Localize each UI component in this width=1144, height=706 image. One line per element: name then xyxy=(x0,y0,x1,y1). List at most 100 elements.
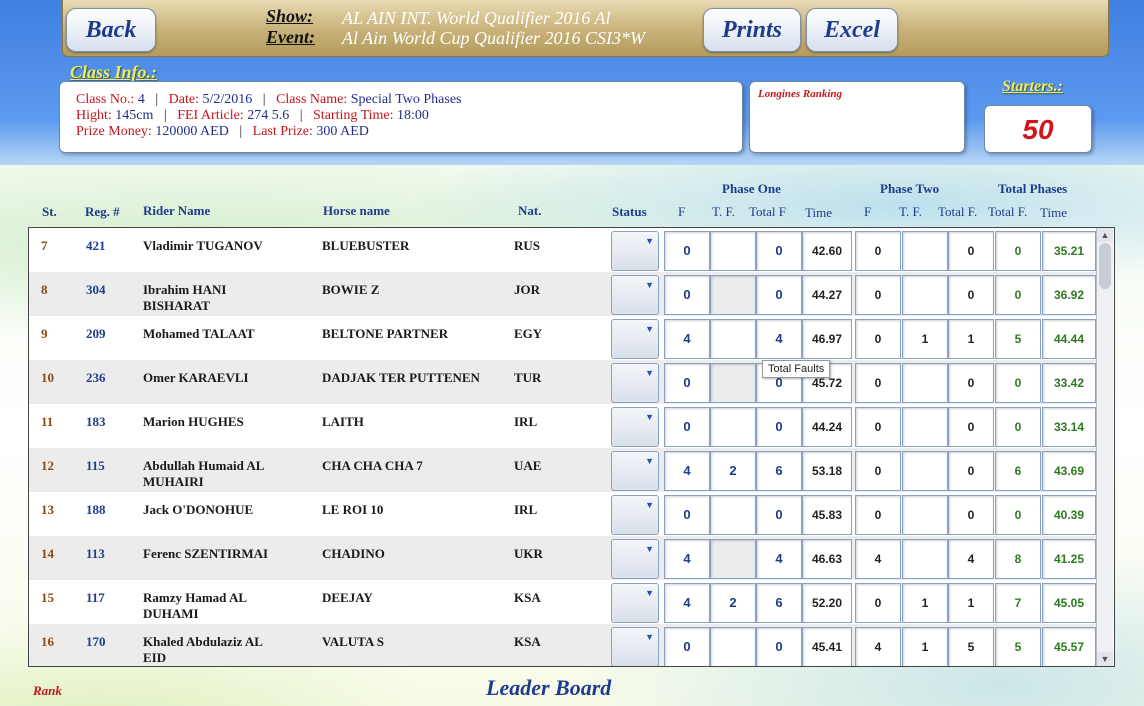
status-dropdown[interactable]: ▼ xyxy=(611,407,659,447)
field-tot-f[interactable]: 0 xyxy=(995,363,1041,403)
status-dropdown[interactable]: ▼ xyxy=(611,319,659,359)
field-p2-f[interactable]: 4 xyxy=(855,539,901,579)
table-row[interactable]: 14 113 Ferenc SZENTIRMAI CHADINO UKR ▼ 4 4 46.63… xyxy=(29,536,1096,580)
field-p2-total[interactable]: 0 xyxy=(948,363,994,403)
field-p1-total[interactable]: 6 xyxy=(756,451,802,491)
field-tot-time[interactable]: 41.25 xyxy=(1042,539,1096,579)
field-p2-f[interactable]: 0 xyxy=(855,275,901,315)
field-p1-total[interactable]: 4 xyxy=(756,539,802,579)
field-p2-tf[interactable]: 1 xyxy=(902,319,948,359)
field-tot-time[interactable]: 40.39 xyxy=(1042,495,1096,535)
field-p1-tf[interactable] xyxy=(710,495,756,535)
field-p2-f[interactable]: 0 xyxy=(855,583,901,623)
status-dropdown[interactable]: ▼ xyxy=(611,583,659,623)
field-tot-time[interactable]: 44.44 xyxy=(1042,319,1096,359)
field-p1-total[interactable]: 6 xyxy=(756,583,802,623)
status-dropdown[interactable]: ▼ xyxy=(611,539,659,579)
field-p2-tf[interactable]: 1 xyxy=(902,627,948,666)
field-tot-time[interactable]: 33.42 xyxy=(1042,363,1096,403)
status-dropdown[interactable]: ▼ xyxy=(611,495,659,535)
field-tot-f[interactable]: 5 xyxy=(995,627,1041,666)
field-p1-tf[interactable] xyxy=(710,407,756,447)
field-p1-total[interactable]: 0 xyxy=(756,231,802,271)
field-tot-time[interactable]: 45.05 xyxy=(1042,583,1096,623)
field-p1-f[interactable]: 0 xyxy=(664,231,710,271)
field-p2-tf[interactable] xyxy=(902,363,948,403)
field-p1-tf[interactable]: 2 xyxy=(710,451,756,491)
status-dropdown[interactable]: ▼ xyxy=(611,363,659,403)
field-p2-tf[interactable] xyxy=(902,231,948,271)
field-p2-total[interactable]: 0 xyxy=(948,275,994,315)
field-p1-tf[interactable] xyxy=(710,231,756,271)
field-tot-f[interactable]: 7 xyxy=(995,583,1041,623)
table-row[interactable]: 15 117 Ramzy Hamad AL DUHAMI DEEJAY KSA ▼ 4 2 6 5… xyxy=(29,580,1096,624)
field-p1-f[interactable]: 0 xyxy=(664,627,710,666)
field-p2-tf[interactable] xyxy=(902,539,948,579)
status-dropdown[interactable]: ▼ xyxy=(611,627,659,666)
field-p2-f[interactable]: 0 xyxy=(855,451,901,491)
field-p1-f[interactable]: 0 xyxy=(664,275,710,315)
field-tot-time[interactable]: 35.21 xyxy=(1042,231,1096,271)
field-p2-tf[interactable] xyxy=(902,451,948,491)
field-p1-total[interactable]: 0 xyxy=(756,275,802,315)
field-tot-f[interactable]: 0 xyxy=(995,231,1041,271)
table-row[interactable]: 11 183 Marion HUGHES LAITH IRL ▼ 0 0 44.24 0 0 0 33.… xyxy=(29,404,1096,448)
field-tot-f[interactable]: 0 xyxy=(995,495,1041,535)
field-p1-time[interactable]: 45.41 xyxy=(802,627,852,666)
field-p1-total[interactable]: 0 xyxy=(756,407,802,447)
vertical-scrollbar[interactable]: ▲ ▼ xyxy=(1096,228,1113,666)
table-row[interactable]: 12 115 Abdullah Humaid AL MUHAIRI CHA CHA C… xyxy=(29,448,1096,492)
scroll-down-arrow-icon[interactable]: ▼ xyxy=(1097,652,1113,666)
field-p2-f[interactable]: 0 xyxy=(855,495,901,535)
field-p1-f[interactable]: 4 xyxy=(664,583,710,623)
field-p1-time[interactable]: 46.63 xyxy=(802,539,852,579)
excel-button[interactable]: Excel xyxy=(806,8,898,52)
status-dropdown[interactable]: ▼ xyxy=(611,451,659,491)
scroll-thumb[interactable] xyxy=(1099,243,1111,289)
field-p1-tf[interactable] xyxy=(710,539,756,579)
field-p1-tf[interactable] xyxy=(710,319,756,359)
field-tot-f[interactable]: 5 xyxy=(995,319,1041,359)
table-row[interactable]: 7 421 Vladimir TUGANOV BLUEBUSTER RUS ▼ 0 0 42.6… xyxy=(29,228,1096,272)
field-p1-tf[interactable] xyxy=(710,363,756,403)
status-dropdown[interactable]: ▼ xyxy=(611,231,659,271)
field-p2-tf[interactable] xyxy=(902,407,948,447)
field-tot-f[interactable]: 0 xyxy=(995,407,1041,447)
field-p1-time[interactable]: 52.20 xyxy=(802,583,852,623)
field-p1-f[interactable]: 4 xyxy=(664,319,710,359)
field-p2-total[interactable]: 0 xyxy=(948,231,994,271)
field-tot-time[interactable]: 45.57 xyxy=(1042,627,1096,666)
field-p1-time[interactable]: 42.60 xyxy=(802,231,852,271)
field-tot-f[interactable]: 8 xyxy=(995,539,1041,579)
back-button[interactable]: Back xyxy=(66,8,156,52)
status-dropdown[interactable]: ▼ xyxy=(611,275,659,315)
field-p2-f[interactable]: 0 xyxy=(855,319,901,359)
field-p2-total[interactable]: 4 xyxy=(948,539,994,579)
field-p1-tf[interactable] xyxy=(710,627,756,666)
field-tot-time[interactable]: 43.69 xyxy=(1042,451,1096,491)
field-p1-f[interactable]: 0 xyxy=(664,407,710,447)
field-p2-total[interactable]: 5 xyxy=(948,627,994,666)
field-p1-time[interactable]: 44.27 xyxy=(802,275,852,315)
table-row[interactable]: 13 188 Jack O'DONOHUE LE ROI 10 IRL ▼ 0 0 45.83 0… xyxy=(29,492,1096,536)
table-row[interactable]: 16 170 Khaled Abdulaziz AL EID VALUTA S KSA ▼… xyxy=(29,624,1096,666)
field-p2-total[interactable]: 1 xyxy=(948,319,994,359)
field-p1-total[interactable]: 4 xyxy=(756,319,802,359)
field-tot-f[interactable]: 6 xyxy=(995,451,1041,491)
field-tot-time[interactable]: 36.92 xyxy=(1042,275,1096,315)
prints-button[interactable]: Prints xyxy=(703,8,801,52)
field-p1-time[interactable]: 53.18 xyxy=(802,451,852,491)
field-p2-total[interactable]: 0 xyxy=(948,451,994,491)
field-p2-f[interactable]: 0 xyxy=(855,363,901,403)
field-p1-total[interactable]: 0 xyxy=(756,495,802,535)
table-row[interactable]: 9 209 Mohamed TALAAT BELTONE PARTNER EGY ▼ 4 4 4… xyxy=(29,316,1096,360)
field-p1-tf[interactable] xyxy=(710,275,756,315)
field-p2-total[interactable]: 1 xyxy=(948,583,994,623)
field-p1-f[interactable]: 4 xyxy=(664,451,710,491)
field-p1-time[interactable]: 46.97 xyxy=(802,319,852,359)
field-p2-total[interactable]: 0 xyxy=(948,407,994,447)
field-p2-tf[interactable] xyxy=(902,275,948,315)
field-p1-tf[interactable]: 2 xyxy=(710,583,756,623)
field-p1-time[interactable]: 45.83 xyxy=(802,495,852,535)
scroll-up-arrow-icon[interactable]: ▲ xyxy=(1097,228,1113,242)
